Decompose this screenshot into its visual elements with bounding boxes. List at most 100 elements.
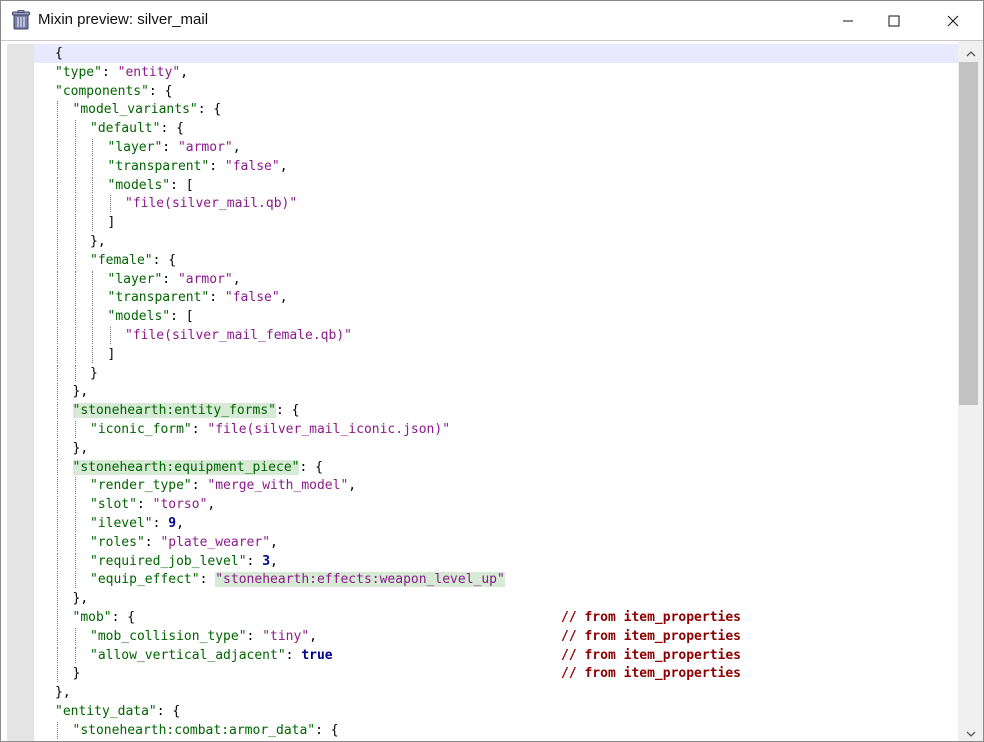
json-punctuation: : { xyxy=(148,83,173,99)
json-punctuation: ] xyxy=(107,346,116,362)
code-line[interactable]: 8"models": [ xyxy=(34,176,958,195)
indent-guide xyxy=(57,515,58,532)
json-punctuation: : xyxy=(144,534,161,550)
code-line[interactable]: 28"required_job_level": 3, xyxy=(34,552,958,571)
maximize-icon xyxy=(888,15,900,27)
code-line[interactable]: 7"transparent": "false", xyxy=(34,157,958,176)
json-punctuation: , xyxy=(232,140,241,155)
json-punctuation: }, xyxy=(72,440,89,456)
code-comment: // from item_properties xyxy=(561,666,742,682)
indent-guide xyxy=(74,496,76,513)
code-line[interactable]: 12"female": { xyxy=(34,251,958,270)
json-key: "models" xyxy=(107,309,171,325)
indent-guide xyxy=(57,101,58,119)
indent-guide xyxy=(57,590,58,607)
indent-guide xyxy=(74,571,76,589)
json-punctuation: } xyxy=(72,666,81,682)
json-string: "tiny" xyxy=(262,628,310,644)
code-line[interactable]: 26"ilevel": 9, xyxy=(34,514,958,533)
code-line[interactable]: 13"layer": "armor", xyxy=(34,270,958,289)
indent-guide xyxy=(57,233,58,250)
code-line[interactable]: 21"iconic_form": "file(silver_mail_iconi… xyxy=(34,420,958,439)
code-text: } xyxy=(90,364,98,383)
code-line[interactable]: 10] xyxy=(34,213,958,232)
code-line[interactable]: 32"mob_collision_type": "tiny",// from i… xyxy=(34,627,958,646)
code-line[interactable]: 22}, xyxy=(34,439,958,458)
scroll-down-button[interactable] xyxy=(958,721,983,741)
json-punctuation: , xyxy=(270,553,278,569)
indent-guide xyxy=(57,364,58,382)
indent-guide xyxy=(74,345,76,363)
indent-guide xyxy=(74,308,76,325)
code-line[interactable]: 20"stonehearth:entity_forms": { xyxy=(34,401,958,420)
code-line[interactable]: 24"render_type": "merge_with_model", xyxy=(34,476,958,495)
code-text: }, xyxy=(55,683,71,702)
code-line[interactable]: 34}// from item_properties xyxy=(34,664,958,683)
scroll-up-button[interactable] xyxy=(958,41,983,61)
indent-guide xyxy=(57,665,58,683)
code-line[interactable]: 31"mob": {// from item_properties xyxy=(34,608,958,627)
code-line[interactable]: 5"default": { xyxy=(34,119,958,138)
code-line[interactable]: 1{ xyxy=(34,44,958,63)
json-punctuation: : xyxy=(246,628,263,644)
code-text: "ilevel": 9, xyxy=(90,514,184,533)
code-line[interactable]: 23"stonehearth:equipment_piece": { xyxy=(34,458,958,477)
code-line[interactable]: 18} xyxy=(34,364,958,383)
code-line[interactable]: 35}, xyxy=(34,683,958,702)
code-text: "transparent": "false", xyxy=(108,288,288,307)
code-line[interactable]: 27"roles": "plate_wearer", xyxy=(34,533,958,552)
code-line[interactable]: 25"slot": "torso", xyxy=(34,495,958,514)
code-line[interactable]: 4"model_variants": { xyxy=(34,100,958,119)
scrollbar-thumb[interactable] xyxy=(959,62,978,405)
indent-guide xyxy=(57,120,58,137)
code-text: "stonehearth:equipment_piece": { xyxy=(72,458,323,477)
code-text-area[interactable]: 1{2"type": "entity",3"components": {4"mo… xyxy=(34,44,958,741)
maximize-button[interactable] xyxy=(871,1,917,40)
indent-guide xyxy=(57,383,58,401)
json-code-editor[interactable]: 1{2"type": "entity",3"components": {4"mo… xyxy=(1,41,983,741)
title-bar[interactable]: Mixin preview: silver_mail xyxy=(1,1,983,41)
code-line[interactable]: 36"entity_data": { xyxy=(34,702,958,721)
json-key: "roles" xyxy=(90,534,145,550)
json-punctuation: : { xyxy=(315,722,339,738)
code-line[interactable]: 17] xyxy=(34,345,958,364)
indent-guide xyxy=(74,515,76,532)
json-punctuation: : xyxy=(136,497,153,513)
code-text: "stonehearth:entity_forms": { xyxy=(72,401,299,420)
json-key: "stonehearth:equipment_piece" xyxy=(72,459,300,475)
code-line[interactable]: 29"equip_effect": "stonehearth:effects:w… xyxy=(34,570,958,589)
json-key: "required_job_level" xyxy=(90,553,247,569)
code-line[interactable]: 3"components": { xyxy=(34,82,958,101)
indent-guide xyxy=(57,571,58,589)
close-button[interactable] xyxy=(930,1,976,40)
code-text: ] xyxy=(108,345,116,364)
code-line[interactable]: 11}, xyxy=(34,232,958,251)
indent-guide xyxy=(57,214,58,231)
code-line[interactable]: 30}, xyxy=(34,589,958,608)
code-line[interactable]: 2"type": "entity", xyxy=(34,63,958,82)
code-text: "iconic_form": "file(silver_mail_iconic.… xyxy=(90,420,450,439)
json-punctuation: , xyxy=(207,497,216,513)
code-line[interactable]: 33"allow_vertical_adjacent": true// from… xyxy=(34,646,958,665)
json-string: "torso" xyxy=(152,497,208,513)
minimize-button[interactable] xyxy=(825,1,871,40)
code-line[interactable]: 37"stonehearth:combat:armor_data": { xyxy=(34,721,958,740)
code-line[interactable]: 19}, xyxy=(34,382,958,401)
code-line[interactable]: 9"file(silver_mail.qb)" xyxy=(34,194,958,213)
code-line[interactable]: 14"transparent": "false", xyxy=(34,288,958,307)
code-line[interactable]: 15"models": [ xyxy=(34,307,958,326)
indent-guide xyxy=(74,627,76,645)
json-key: "default" xyxy=(90,121,161,137)
mixin-preview-window: Mixin preview: silver_mail 1{2"type": "e… xyxy=(0,0,984,742)
code-line[interactable]: 16"file(silver_mail_female.qb)" xyxy=(34,326,958,345)
indent-guide xyxy=(74,176,76,194)
code-text: "layer": "armor", xyxy=(108,138,241,157)
indent-guide xyxy=(57,721,58,739)
code-text: "file(silver_mail_female.qb)" xyxy=(125,326,352,345)
indent-guide xyxy=(57,345,58,363)
indent-guide xyxy=(57,157,58,175)
json-key: "ilevel" xyxy=(90,516,153,531)
json-key: "layer" xyxy=(107,271,163,287)
code-line[interactable]: 6"layer": "armor", xyxy=(34,138,958,157)
vertical-scrollbar[interactable] xyxy=(958,41,983,741)
